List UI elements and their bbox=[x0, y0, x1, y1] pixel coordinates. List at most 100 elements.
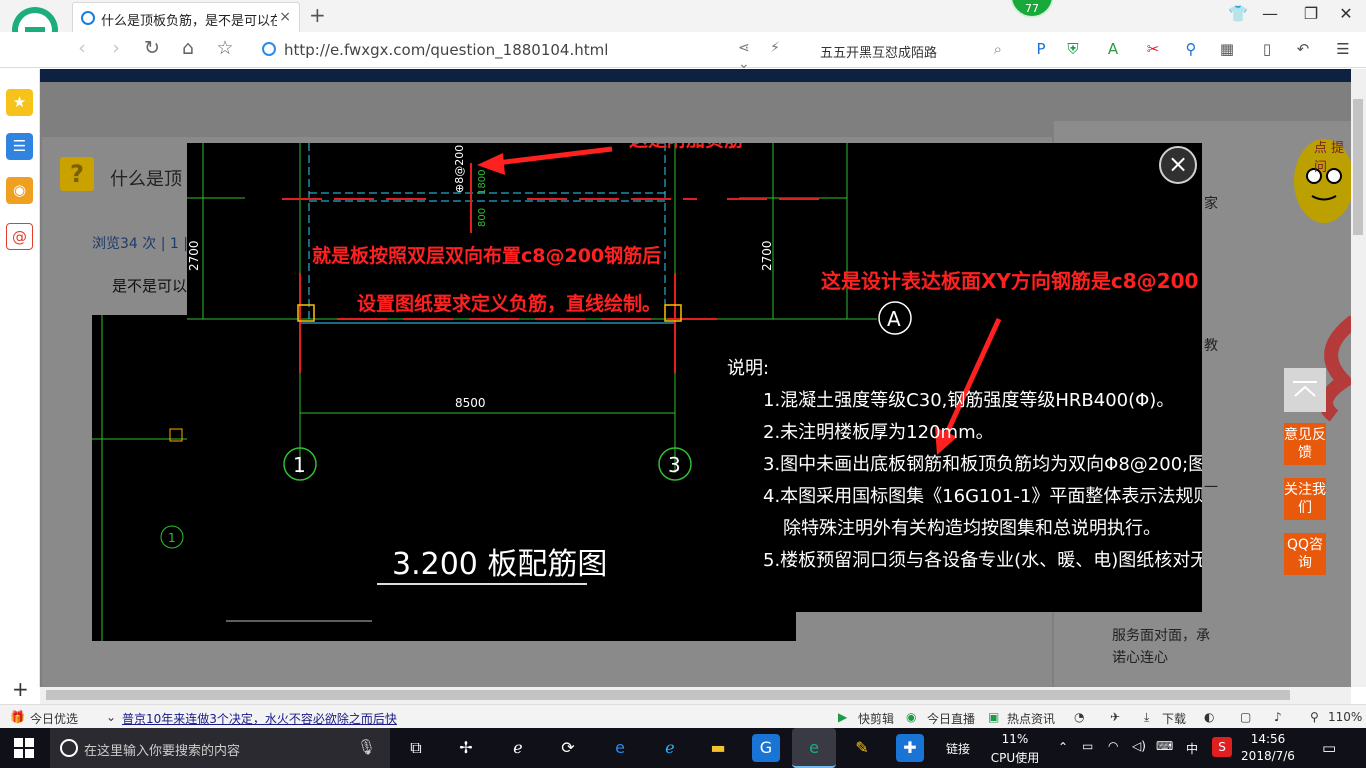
site-globe-icon bbox=[262, 42, 276, 56]
right-col-text-4: 一 bbox=[1204, 480, 1218, 496]
notes-app-icon[interactable]: ✎ bbox=[848, 734, 876, 762]
speed-icon[interactable]: ◔ bbox=[1074, 710, 1084, 724]
close-window-button[interactable]: ✕ bbox=[1334, 4, 1358, 23]
clean-icon[interactable]: ◐ bbox=[1204, 710, 1214, 724]
battery-icon[interactable]: ▭ bbox=[1082, 739, 1093, 753]
news-ticker-link[interactable]: 普京10年来连做3个决定，水火不容必欲除之而后快 bbox=[122, 710, 397, 727]
translate-icon[interactable]: A bbox=[1102, 40, 1124, 58]
hot-news-link[interactable]: 热点资讯 bbox=[1007, 710, 1055, 727]
extension-p-icon[interactable]: P bbox=[1030, 40, 1052, 58]
wifi-icon[interactable]: ◠ bbox=[1108, 739, 1118, 753]
refresh-icon[interactable]: ↻ bbox=[140, 37, 164, 59]
quick-cut-icon[interactable]: ▶ bbox=[838, 710, 847, 724]
fan-app-icon[interactable]: ✢ bbox=[452, 734, 480, 762]
url-actions-icon[interactable]: ⋖ ⚡ ⌄ bbox=[738, 40, 810, 72]
weibo-icon[interactable]: ◉ bbox=[6, 177, 33, 204]
magnifier-icon[interactable]: ⚲ bbox=[1180, 40, 1202, 58]
favorites-star-icon[interactable]: ★ bbox=[6, 89, 33, 116]
gift-icon[interactable]: 🎁 bbox=[10, 710, 25, 724]
volume-icon[interactable]: ◁) bbox=[1132, 739, 1146, 753]
dim-2700-right: 2700 bbox=[760, 240, 774, 271]
windows-start-icon[interactable] bbox=[14, 738, 34, 758]
points-badge[interactable]: 77 bbox=[1010, 0, 1054, 18]
reading-list-icon[interactable]: ☰ bbox=[6, 133, 33, 160]
modal-close-button[interactable]: × bbox=[1159, 146, 1197, 184]
browser-taskbar-icon[interactable]: e bbox=[792, 728, 836, 768]
tab-favicon-icon bbox=[81, 11, 95, 25]
tab-close-icon[interactable]: × bbox=[279, 9, 291, 25]
download-link[interactable]: 下载 bbox=[1162, 710, 1186, 727]
pin-icon[interactable]: ✈ bbox=[1110, 710, 1120, 724]
keyboard-icon[interactable]: ⌨ bbox=[1156, 739, 1173, 753]
forward-button[interactable]: › bbox=[104, 37, 128, 59]
sogou-ime-icon[interactable]: S bbox=[1212, 737, 1232, 757]
g-app-icon[interactable]: G bbox=[752, 734, 780, 762]
download-icon[interactable]: ⤓ bbox=[1144, 710, 1149, 725]
search-icon[interactable]: ⌕ bbox=[994, 40, 1002, 58]
menu-icon[interactable]: ☰ bbox=[1332, 40, 1354, 58]
clock-date[interactable]: 2018/7/6 bbox=[1240, 749, 1296, 763]
live-link[interactable]: 今日直播 bbox=[927, 710, 975, 727]
address-bar[interactable]: http://e.fwxgx.com/question_1880104.html… bbox=[260, 36, 810, 72]
ask-tag[interactable]: 点 提问 bbox=[1314, 137, 1351, 175]
shirt-icon[interactable]: 👕 bbox=[1226, 4, 1250, 23]
url-text[interactable]: http://e.fwxgx.com/question_1880104.html bbox=[284, 41, 608, 59]
tray-expand-icon[interactable]: ⌃ bbox=[1058, 740, 1068, 754]
plus-app-icon[interactable]: ✚ bbox=[896, 734, 924, 762]
sound-icon[interactable]: ♪ bbox=[1274, 710, 1282, 724]
news-expand-icon[interactable]: ⌄ bbox=[106, 710, 116, 724]
shield-icon[interactable]: ⛨ bbox=[1062, 40, 1084, 58]
add-sidebar-icon[interactable]: + bbox=[12, 677, 29, 701]
service-slogan-2: 诺心连心 bbox=[1112, 650, 1168, 666]
email-at-icon[interactable]: @ bbox=[6, 223, 33, 250]
search-query[interactable]: 五五开黑互怼成陌路 bbox=[820, 42, 937, 61]
task-view-icon[interactable]: ⧉ bbox=[402, 734, 430, 762]
note-line-4b: 除特殊注明外有关构造均按图集和总说明执行。 bbox=[783, 518, 1161, 539]
taskbar-search[interactable]: 在这里输入你要搜索的内容 🎙 bbox=[50, 728, 390, 768]
link-label[interactable]: 链接 bbox=[946, 740, 970, 757]
home-icon[interactable]: ⌂ bbox=[176, 37, 200, 59]
quick-cut-link[interactable]: 快剪辑 bbox=[858, 710, 894, 727]
zoom-icon[interactable]: ⚲ bbox=[1310, 710, 1319, 724]
feedback-button[interactable]: 意见反馈 bbox=[1284, 423, 1326, 465]
maximize-button[interactable]: ❐ bbox=[1299, 4, 1323, 23]
back-to-top-button[interactable] bbox=[1284, 368, 1326, 412]
scissors-icon[interactable]: ✂ bbox=[1142, 40, 1164, 58]
tab-active[interactable]: 什么是顶板负筋，是不是可以在中 × bbox=[72, 2, 300, 32]
microphone-icon[interactable]: 🎙 bbox=[357, 738, 376, 756]
site-header-band bbox=[40, 69, 1351, 82]
note-line-2: 2.未注明楼板厚为120mm。 bbox=[763, 422, 994, 443]
internet-explorer-icon[interactable]: ℯ bbox=[656, 734, 684, 762]
undo-icon[interactable]: ↶ bbox=[1292, 40, 1314, 58]
ie-e-icon[interactable]: ℯ bbox=[504, 734, 532, 762]
annotation-define-negative-rebar: 设置图纸要求定义负筋，直线绘制。 bbox=[357, 293, 662, 315]
edge-icon[interactable]: e bbox=[606, 734, 634, 762]
swirl-app-icon[interactable]: ⟳ bbox=[554, 734, 582, 762]
cortana-icon bbox=[60, 739, 78, 757]
axis-1-label: 1 bbox=[293, 453, 306, 477]
vertical-scroll-thumb[interactable] bbox=[1353, 99, 1363, 235]
file-explorer-icon[interactable]: ▬ bbox=[704, 734, 732, 762]
apps-icon[interactable]: ▦ bbox=[1216, 40, 1238, 58]
horizontal-scrollbar[interactable] bbox=[40, 687, 1351, 704]
search-box[interactable]: 五五开黑互怼成陌路 ⌕ bbox=[812, 36, 1006, 64]
vertical-scrollbar[interactable] bbox=[1351, 69, 1366, 687]
ime-indicator[interactable]: 中 bbox=[1186, 740, 1198, 757]
hot-news-icon[interactable]: ▣ bbox=[988, 710, 999, 724]
bookmark-star-icon[interactable]: ☆ bbox=[213, 37, 237, 59]
zoom-level[interactable]: 110% bbox=[1328, 710, 1362, 724]
taskbar-search-placeholder[interactable]: 在这里输入你要搜索的内容 bbox=[84, 740, 240, 759]
qq-consult-button[interactable]: QQ咨询 bbox=[1284, 533, 1326, 575]
phone-icon[interactable]: ▯ bbox=[1256, 40, 1278, 58]
live-icon[interactable]: ◉ bbox=[906, 710, 916, 724]
back-button[interactable]: ‹ bbox=[70, 37, 94, 59]
clock-time[interactable]: 14:56 bbox=[1240, 732, 1296, 746]
today-pick-link[interactable]: 今日优选 bbox=[30, 710, 78, 727]
minimize-button[interactable]: — bbox=[1258, 4, 1282, 23]
horizontal-scroll-thumb[interactable] bbox=[46, 690, 1290, 700]
new-tab-button[interactable]: + bbox=[309, 3, 326, 27]
follow-us-button[interactable]: 关注我们 bbox=[1284, 478, 1326, 520]
window-icon[interactable]: ▢ bbox=[1240, 710, 1251, 724]
notes-heading: 说明: bbox=[727, 358, 770, 379]
notification-icon[interactable]: ▭ bbox=[1322, 739, 1336, 757]
